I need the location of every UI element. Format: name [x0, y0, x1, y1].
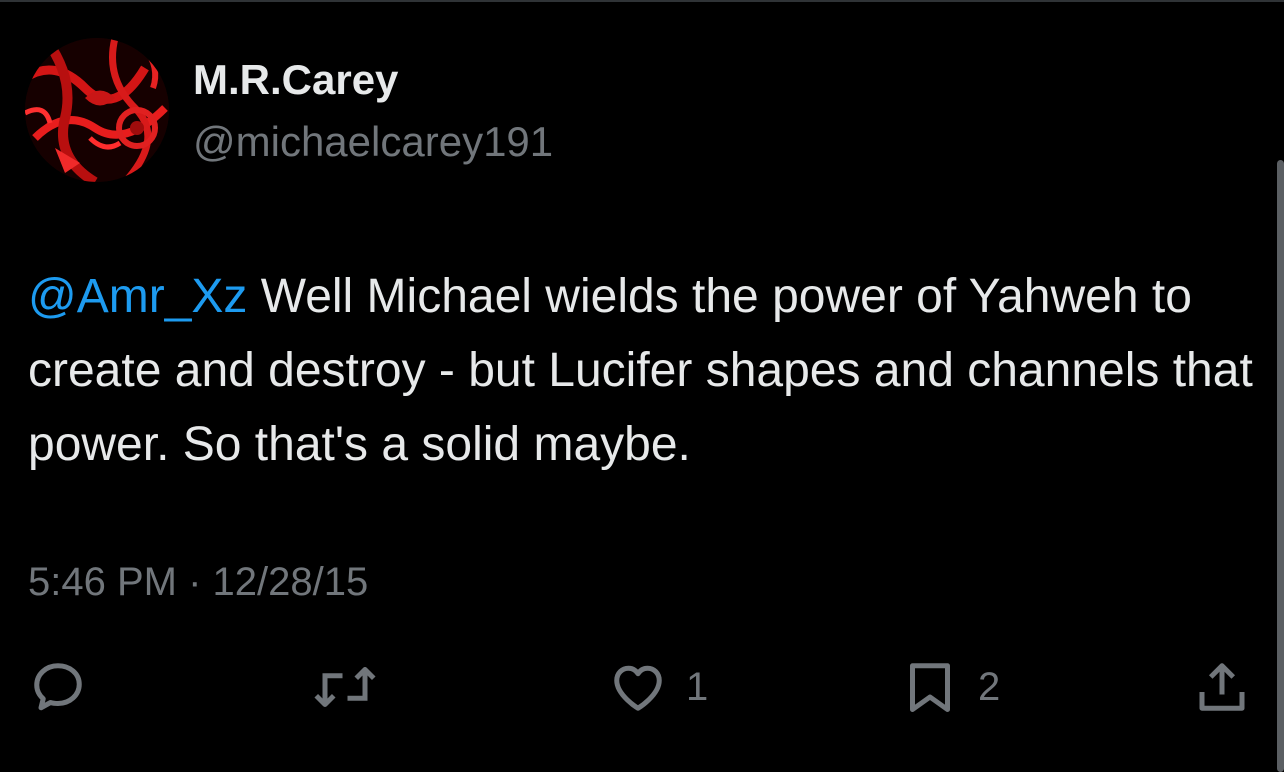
heart-icon — [614, 665, 662, 711]
avatar[interactable] — [25, 38, 169, 182]
mention-link[interactable]: @Amr_Xz — [28, 270, 247, 323]
reply-button[interactable] — [28, 652, 88, 722]
tweet-time: 5:46 PM — [28, 560, 177, 604]
reply-icon — [34, 663, 82, 711]
author-display-name[interactable]: M.R.Carey — [193, 56, 398, 104]
tweet-body: @Amr_Xz Well Michael wields the power of… — [28, 260, 1258, 482]
tweet-timestamp[interactable]: 5:46 PM · 12/28/15 — [28, 560, 368, 605]
tweet-card: M.R.Carey @michaelcarey191 @Amr_Xz Well … — [0, 0, 1284, 772]
avatar-image — [25, 38, 169, 182]
like-button[interactable]: 1 — [608, 652, 708, 722]
action-bar: 1 2 — [0, 652, 1284, 722]
bookmark-count: 2 — [978, 664, 1001, 709]
bookmark-icon — [910, 663, 950, 712]
like-count: 1 — [686, 664, 709, 709]
retweet-icon — [314, 667, 376, 707]
tweet-date: 12/28/15 — [212, 560, 369, 604]
share-icon — [1199, 663, 1245, 711]
scrollbar[interactable] — [1277, 160, 1284, 772]
share-button[interactable] — [1192, 652, 1252, 722]
author-handle[interactable]: @michaelcarey191 — [193, 118, 553, 166]
meta-separator: · — [188, 560, 202, 604]
bookmark-button[interactable]: 2 — [900, 652, 1000, 722]
retweet-button[interactable] — [312, 652, 378, 722]
